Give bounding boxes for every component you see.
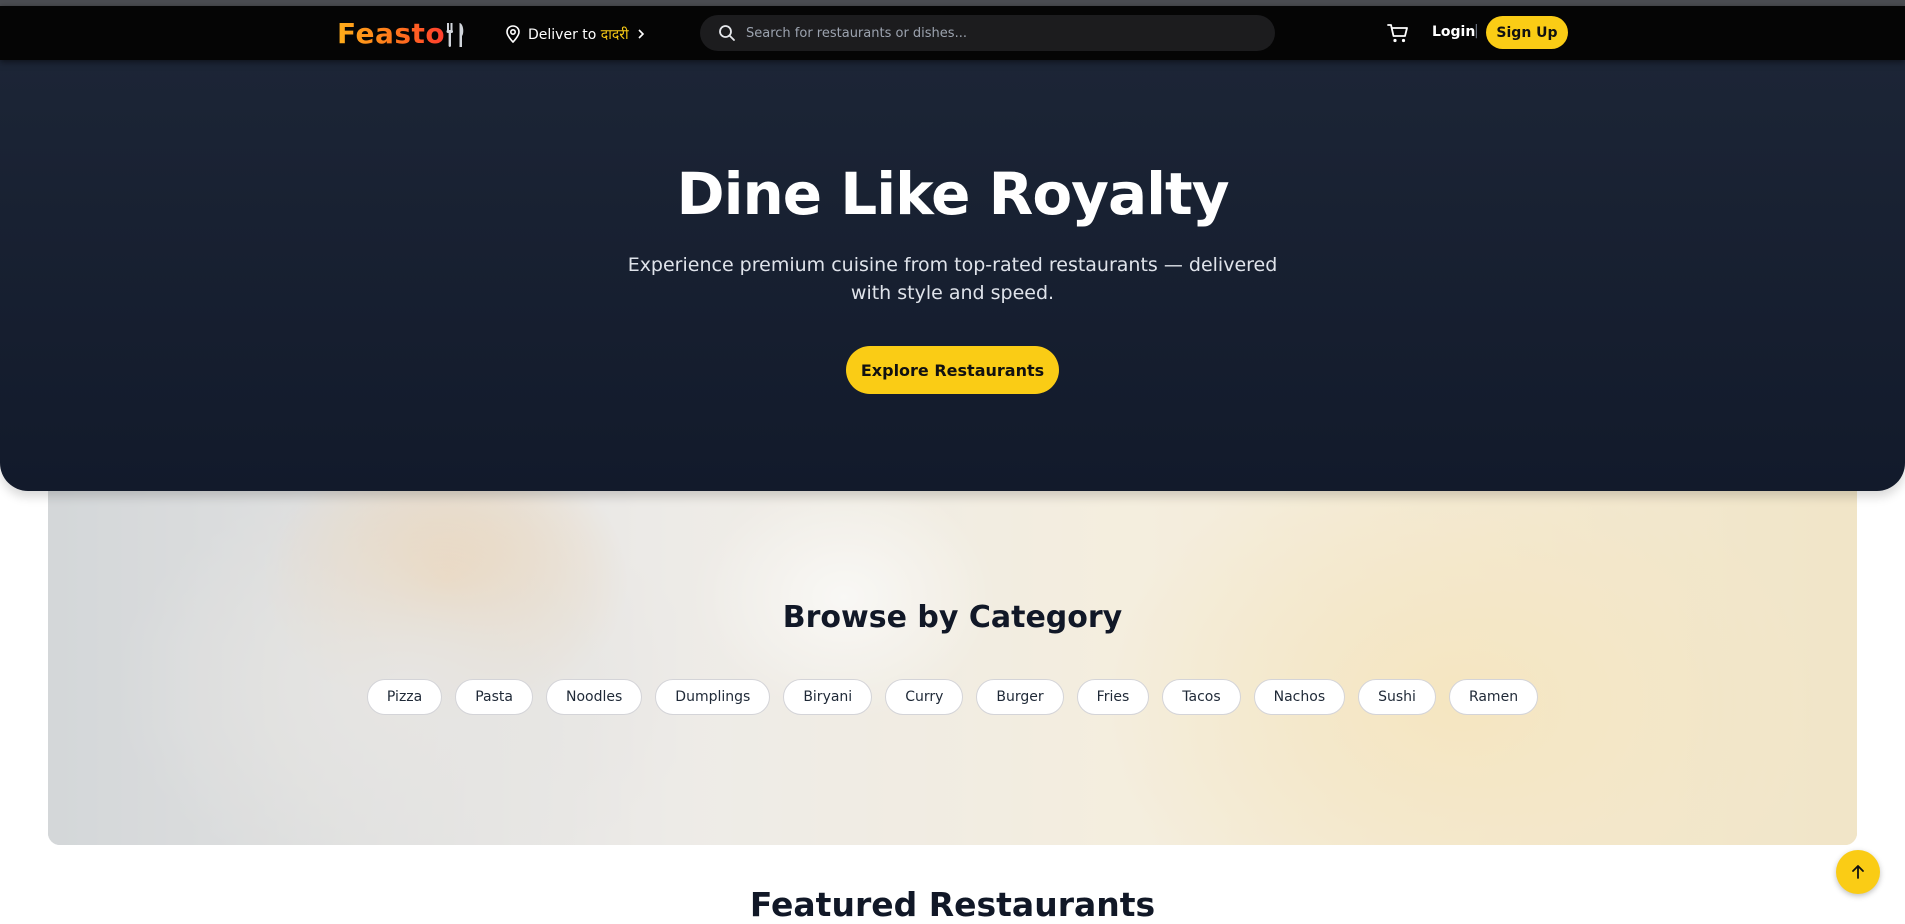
- nav-separator: |: [1474, 23, 1479, 39]
- category-chip-biryani[interactable]: Biryani: [783, 679, 873, 715]
- fork-knife-icon: [446, 23, 464, 47]
- chevron-right-icon: [638, 29, 644, 39]
- category-chip-sushi[interactable]: Sushi: [1358, 679, 1436, 715]
- category-chip-list: Pizza Pasta Noodles Dumplings Biryani Curry Bu…: [48, 679, 1857, 715]
- hero-section: Dine Like Royalty Experience premium cui…: [0, 60, 1905, 491]
- category-section: Browse by Category Pizza Pasta Noodles Dump…: [48, 491, 1857, 845]
- hero-title: Dine Like Royalty: [676, 160, 1229, 228]
- category-title: Browse by Category: [782, 600, 1123, 635]
- scroll-to-top-button[interactable]: [1836, 850, 1880, 894]
- category-chip-noodles[interactable]: Noodles: [546, 679, 643, 715]
- category-chip-ramen[interactable]: Ramen: [1448, 679, 1539, 715]
- category-chip-fries[interactable]: Fries: [1076, 679, 1150, 715]
- logo[interactable]: Feasto: [337, 17, 445, 50]
- category-chip-pizza[interactable]: Pizza: [366, 679, 443, 715]
- navbar: Feasto Deliver to दादरी Login | Sig: [0, 6, 1905, 60]
- deliver-label: Deliver to: [528, 26, 597, 43]
- category-chip-tacos[interactable]: Tacos: [1162, 679, 1241, 715]
- cart-icon[interactable]: [1386, 21, 1410, 45]
- category-chip-curry[interactable]: Curry: [885, 679, 964, 715]
- featured-restaurants-title: Featured Restaurants: [749, 885, 1156, 924]
- arrow-up-icon: [1852, 865, 1864, 879]
- signup-button[interactable]: Sign Up: [1486, 16, 1568, 49]
- search-bar[interactable]: [700, 15, 1275, 51]
- login-link[interactable]: Login: [1432, 24, 1475, 40]
- search-input[interactable]: [744, 24, 1248, 42]
- location-pin-icon: [506, 25, 520, 43]
- deliver-location-selector[interactable]: Deliver to दादरी: [505, 23, 646, 45]
- search-icon: [719, 25, 735, 41]
- explore-restaurants-button[interactable]: Explore Restaurants: [846, 346, 1059, 394]
- category-chip-burger[interactable]: Burger: [976, 679, 1064, 715]
- category-chip-dumplings[interactable]: Dumplings: [655, 679, 771, 715]
- hero-subtitle: Experience premium cuisine from top-rate…: [627, 254, 1278, 304]
- category-chip-nachos[interactable]: Nachos: [1253, 679, 1346, 715]
- category-chip-pasta[interactable]: Pasta: [455, 679, 533, 715]
- deliver-city: दादरी: [600, 26, 629, 43]
